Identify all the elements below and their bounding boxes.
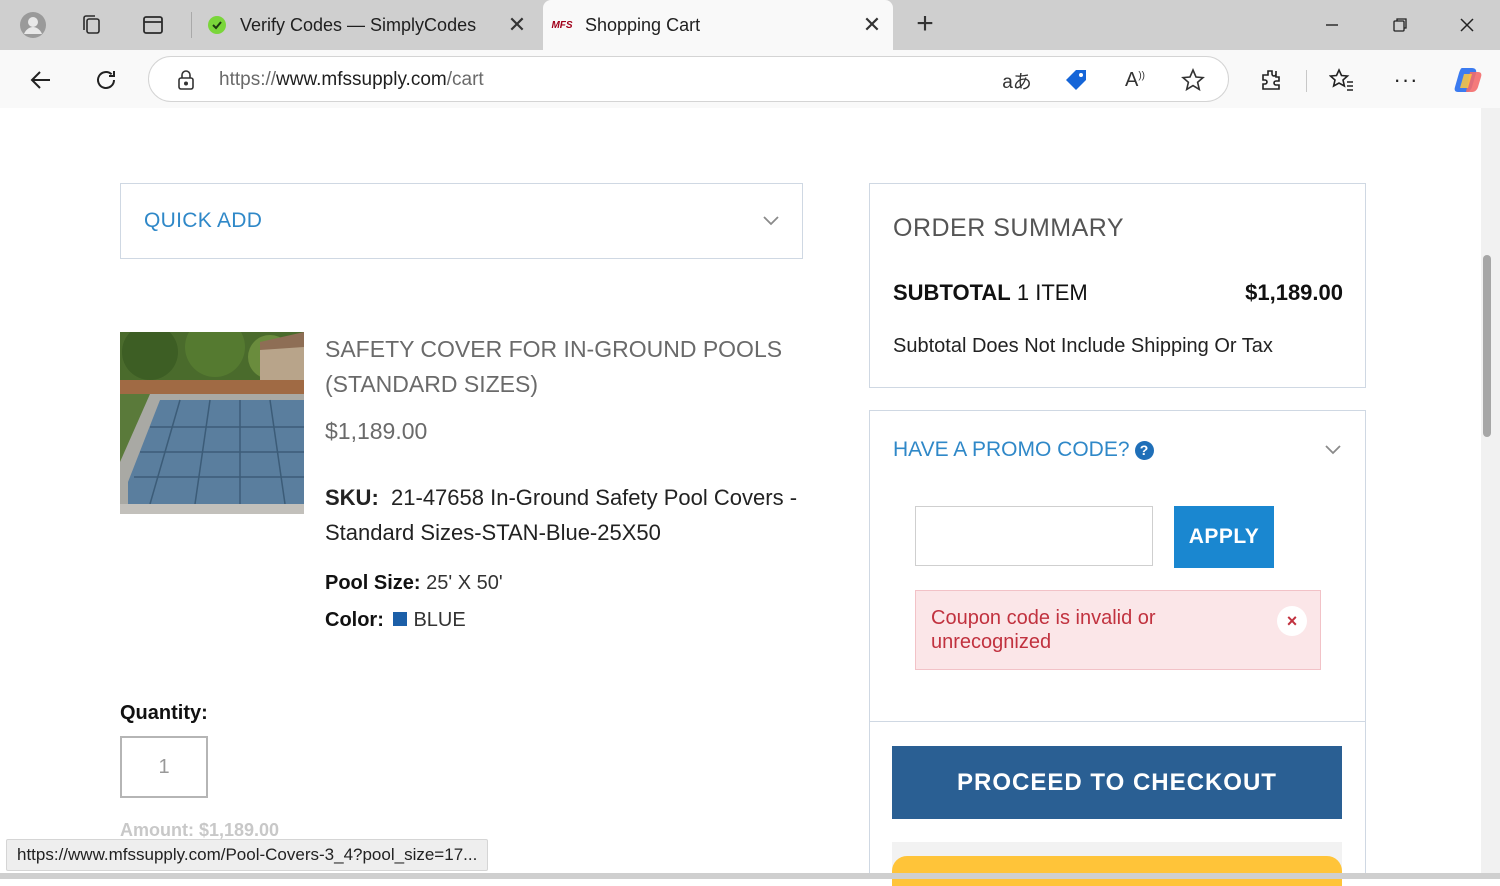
url-scheme: https:// [219, 69, 277, 90]
color-attribute: Color: BLUE [325, 609, 466, 632]
extensions-icon[interactable] [1251, 60, 1291, 100]
tab-divider [191, 12, 192, 38]
apply-button[interactable]: APPLY [1174, 506, 1274, 568]
url-text[interactable]: https://www.mfssupply.com/cart [219, 69, 484, 91]
refresh-icon[interactable] [86, 60, 126, 100]
window-bottom-border [0, 873, 1500, 879]
profile-icon[interactable] [16, 8, 50, 42]
promo-heading[interactable]: HAVE A PROMO CODE?? [893, 438, 1154, 462]
subtotal-label: SUBTOTAL 1 ITEM [893, 280, 1088, 306]
quantity-label: Quantity: [120, 702, 208, 724]
browser-toolbar: https://www.mfssupply.com/cart aあ A)) ··… [0, 50, 1500, 108]
new-tab-button[interactable]: + [908, 8, 942, 42]
toolbar-divider [1306, 70, 1307, 92]
promo-heading-text: HAVE A PROMO CODE? [893, 438, 1130, 461]
color-label: Color: [325, 609, 384, 631]
copilot-icon[interactable] [1448, 60, 1488, 100]
page-scrollbar[interactable] [1481, 108, 1500, 873]
quick-add-accordion[interactable]: QUICK ADD [120, 183, 803, 259]
back-icon[interactable] [21, 60, 61, 100]
close-window-icon[interactable] [1447, 8, 1487, 42]
order-summary: ORDER SUMMARY SUBTOTAL 1 ITEM $1,189.00 … [869, 183, 1366, 388]
more-menu-icon[interactable]: ··· [1386, 60, 1426, 100]
product-image[interactable] [120, 332, 304, 514]
color-swatch [393, 612, 408, 626]
quick-add-label: QUICK ADD [144, 209, 263, 232]
tab-simplycodes[interactable]: Verify Codes — SimplyCodes ✕ [198, 0, 538, 50]
coupon-tag-icon[interactable] [1059, 63, 1093, 97]
tab-actions-icon[interactable] [136, 8, 170, 42]
simplycodes-icon [206, 14, 228, 36]
pool-size-attribute: Pool Size: 25' X 50' [325, 572, 503, 595]
browser-tab-bar: Verify Codes — SimplyCodes ✕ MFS Shoppin… [0, 0, 1500, 50]
collections-icon[interactable] [74, 8, 108, 42]
subtotal-note: Subtotal Does Not Include Shipping Or Ta… [893, 335, 1273, 357]
proceed-to-checkout-button[interactable]: PROCEED TO CHECKOUT [892, 746, 1342, 819]
tab-title: Shopping Cart [585, 14, 701, 35]
promo-code-panel: HAVE A PROMO CODE?? APPLY Coupon code is… [869, 410, 1366, 722]
coupon-error-alert: Coupon code is invalid or unrecognized × [915, 590, 1321, 670]
product-title[interactable]: SAFETY COVER FOR IN-GROUND POOLS (STANDA… [325, 332, 795, 402]
sku-value: 21-47658 In-Ground Safety Pool Covers - … [325, 485, 798, 545]
address-bar[interactable]: https://www.mfssupply.com/cart aあ A)) [148, 56, 1229, 102]
favorites-icon[interactable] [1322, 60, 1362, 100]
mfs-logo: MFS [551, 14, 573, 36]
sku-label: SKU: [325, 485, 379, 510]
translate-icon[interactable]: aあ [1000, 63, 1034, 97]
restore-icon[interactable] [1380, 8, 1420, 42]
mfs-logo-text: MFS [551, 19, 573, 31]
subtotal-label-text: SUBTOTAL [893, 280, 1011, 305]
paypal-button[interactable] [892, 856, 1342, 886]
favorite-star-icon[interactable] [1176, 63, 1210, 97]
pool-size-label: Pool Size: [325, 572, 421, 594]
promo-code-input[interactable] [915, 506, 1153, 566]
amount-text: Amount: $1,189.00 [120, 820, 280, 840]
tab-title: Verify Codes — SimplyCodes [240, 14, 477, 35]
read-aloud-icon[interactable]: A)) [1118, 63, 1152, 97]
help-icon[interactable]: ? [1134, 441, 1154, 460]
subtotal-value: $1,189.00 [1245, 280, 1343, 305]
url-host: www.mfssupply.com [276, 69, 447, 90]
status-bar-url: https://www.mfssupply.com/Pool-Covers-3_… [6, 839, 489, 871]
item-count: 1 ITEM [1016, 280, 1088, 305]
close-alert-icon[interactable]: × [1277, 606, 1307, 636]
scrollbar-thumb[interactable] [1483, 255, 1491, 437]
product-price: $1,189.00 [325, 418, 428, 444]
coupon-error-message: Coupon code is invalid or unrecognized [931, 607, 1156, 653]
pool-size-value: 25' X 50' [426, 572, 503, 594]
color-value: BLUE [413, 609, 466, 631]
tab-shopping-cart[interactable]: MFS Shopping Cart ✕ [543, 0, 893, 50]
product-sku: SKU: 21-47658 In-Ground Safety Pool Cove… [325, 480, 805, 550]
order-summary-heading: ORDER SUMMARY [893, 214, 1125, 242]
close-tab-icon[interactable]: ✕ [857, 10, 887, 40]
quantity-input[interactable] [120, 736, 208, 798]
close-tab-icon[interactable]: ✕ [502, 10, 532, 40]
chevron-down-icon [761, 210, 781, 230]
minimize-icon[interactable] [1312, 8, 1352, 42]
url-path: /cart [446, 69, 484, 90]
chevron-down-icon[interactable] [1323, 439, 1343, 459]
lock-icon[interactable] [169, 63, 203, 97]
